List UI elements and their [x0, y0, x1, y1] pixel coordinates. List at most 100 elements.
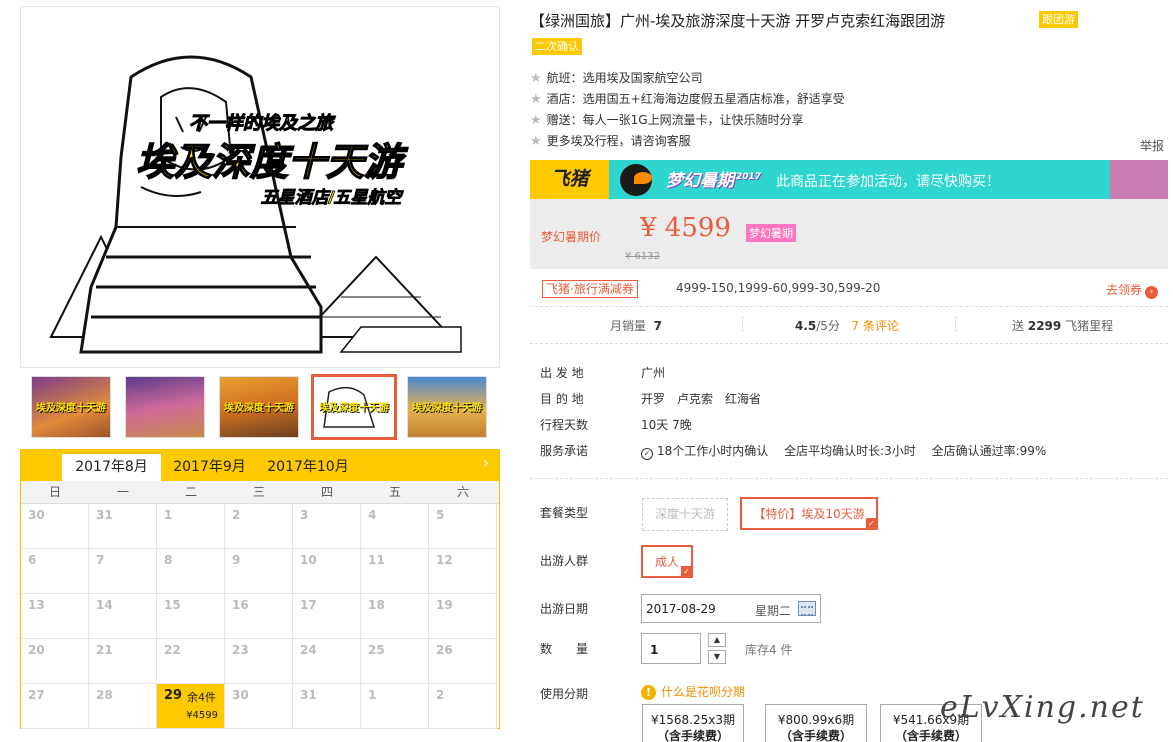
tab-2017-09[interactable]: 2017年9月 — [162, 454, 257, 481]
calendar-day-available[interactable]: 29 余4件 ¥4599 — [157, 684, 225, 729]
day-number: 30 — [28, 508, 45, 522]
promo-banner[interactable]: 飞猪 梦幻暑期 2017 此商品正在参加活动，请尽快购买！ — [530, 160, 1168, 199]
calendar-icon[interactable] — [798, 601, 816, 616]
rating: 4.5/5分 7 条评论 — [795, 317, 899, 334]
promo-event-logo: 梦幻暑期 2017 — [666, 166, 761, 191]
date-value: 2017-08-29 — [646, 602, 716, 616]
main-product-image[interactable]: 不一样的埃及之旅 埃及深度十天游 五星酒店/五星航空 — [20, 6, 500, 368]
calendar-day[interactable]: 1 — [361, 684, 429, 729]
calendar-day[interactable]: 9 — [225, 549, 293, 594]
calendar-day[interactable]: 31 — [89, 504, 157, 549]
calendar-day[interactable]: 4 — [361, 504, 429, 549]
sphinx-illustration: 不一样的埃及之旅 埃及深度十天游 五星酒店/五星航空 — [49, 55, 462, 354]
calendar-day[interactable]: 8 — [157, 549, 225, 594]
calendar-day[interactable]: 6 — [21, 549, 89, 594]
calendar-day[interactable]: 26 — [429, 639, 497, 684]
calendar-day[interactable]: 19 — [429, 594, 497, 639]
day-number: 1 — [164, 508, 173, 522]
huabei-info-link[interactable]: ! 什么是花呗分期 — [641, 683, 745, 700]
calendar-day[interactable]: 17 — [293, 594, 361, 639]
tab-2017-08[interactable]: 2017年8月 — [62, 454, 161, 481]
calendar-day[interactable]: 3 — [293, 504, 361, 549]
site-watermark: eLvXing.net — [940, 690, 1145, 725]
weekday-label: 四 — [320, 485, 333, 499]
calendar-day[interactable]: 22 — [157, 639, 225, 684]
package-option-deep[interactable]: 深度十天游 — [642, 498, 728, 531]
day-number: 28 — [96, 688, 113, 702]
quantity-decrease-button[interactable]: ▼ — [708, 650, 726, 664]
calendar-day[interactable]: 23 — [225, 639, 293, 684]
day-number: 31 — [300, 688, 317, 702]
day-number: 16 — [232, 598, 249, 612]
calendar-day[interactable]: 28 — [89, 684, 157, 729]
original-price: ¥ 6132 — [625, 251, 660, 262]
divider — [742, 316, 743, 332]
thumbnail-1[interactable]: 埃及深度十天游 — [31, 376, 111, 438]
day-number: 4 — [368, 508, 377, 522]
calendar-day[interactable]: 5 — [429, 504, 497, 549]
confirm-badge: 二次确认 — [532, 38, 582, 55]
day-number: 24 — [300, 643, 317, 657]
day-number: 17 — [300, 598, 317, 612]
calendar-day[interactable]: 18 — [361, 594, 429, 639]
reviews-link[interactable]: 7 条评论 — [851, 319, 898, 333]
calendar-day[interactable]: 13 — [21, 594, 89, 639]
calendar-day[interactable]: 25 — [361, 639, 429, 684]
thumbnail-5[interactable]: 埃及深度十天游 — [407, 376, 487, 438]
calendar-day[interactable]: 24 — [293, 639, 361, 684]
traveler-option-adult[interactable]: 成人 — [641, 545, 693, 578]
quantity-input[interactable]: 1 — [641, 633, 701, 664]
calendar-day[interactable]: 30 — [225, 684, 293, 729]
report-link[interactable]: 举报 — [1140, 137, 1164, 154]
calendar-day[interactable]: 2 — [225, 504, 293, 549]
installment-option-6[interactable]: ¥800.99x6期 （含手续费） — [765, 704, 867, 742]
calendar-day[interactable]: 21 — [89, 639, 157, 684]
day-number: 5 — [436, 508, 445, 522]
day-price: ¥4599 — [186, 710, 218, 721]
day-number: 18 — [368, 598, 385, 612]
calendar-day[interactable]: 31 — [293, 684, 361, 729]
installment-amount: ¥800.99x6期 — [777, 713, 855, 727]
thumbnail-caption: 埃及深度十天游 — [224, 403, 294, 414]
stats-row: 月销量 7 4.5/5分 7 条评论 送 2299 飞猪里程 — [530, 310, 1168, 338]
price-label: 梦幻暑期价 — [541, 230, 602, 244]
calendar-day[interactable]: 30 — [21, 504, 89, 549]
feature-text: 航班：选用埃及国家航空公司 — [546, 71, 703, 85]
thumbnail-4-selected[interactable]: 埃及深度十天游 — [311, 374, 397, 440]
calendar-day[interactable]: 1 — [157, 504, 225, 549]
installment-option-3[interactable]: ¥1568.25x3期 （含手续费） — [642, 704, 744, 742]
weekday-label: 三 — [252, 485, 265, 499]
calendar-day[interactable]: 14 — [89, 594, 157, 639]
calendar-day[interactable]: 11 — [361, 549, 429, 594]
exclamation-icon: ! — [641, 685, 656, 700]
day-number: 25 — [368, 643, 385, 657]
calendar-day[interactable]: 15 — [157, 594, 225, 639]
day-number: 26 — [436, 643, 453, 657]
info-label: 目 的 地 — [540, 392, 584, 406]
tab-2017-10[interactable]: 2017年10月 — [258, 454, 358, 481]
weekday-label: 二 — [184, 485, 197, 499]
installment-fee: （含手续费） — [656, 729, 729, 742]
installment-fee: （含手续费） — [894, 729, 967, 742]
calendar-day[interactable]: 12 — [429, 549, 497, 594]
calendar-day[interactable]: 16 — [225, 594, 293, 639]
date-picker[interactable]: 2017-08-29 星期二 — [641, 594, 821, 623]
promo-price-badge: 梦幻暑期 — [746, 224, 796, 242]
calendar-day[interactable]: 20 — [21, 639, 89, 684]
calendar-day[interactable]: 7 — [89, 549, 157, 594]
quantity-increase-button[interactable]: ▲ — [708, 633, 726, 647]
thumbnail-3[interactable]: 埃及深度十天游 — [219, 376, 299, 438]
chevron-right-icon[interactable]: › — [483, 453, 489, 472]
day-number: 22 — [164, 643, 181, 657]
info-label: 出 发 地 — [540, 366, 584, 380]
day-number: 3 — [300, 508, 309, 522]
day-number: 2 — [436, 688, 445, 702]
thumbnail-2[interactable] — [125, 376, 205, 438]
calendar-day[interactable]: 27 — [21, 684, 89, 729]
calendar-day[interactable]: 10 — [293, 549, 361, 594]
get-coupon-link[interactable]: 去领券 › — [1106, 281, 1158, 299]
feature-item: ★ 酒店：选用国五+红海海边度假五星酒店标准，舒适享受 — [530, 90, 845, 107]
package-option-special[interactable]: 【特价】埃及10天游 — [740, 497, 878, 530]
travelers-label: 出游人群 — [540, 554, 589, 568]
calendar-day[interactable]: 2 — [429, 684, 497, 729]
